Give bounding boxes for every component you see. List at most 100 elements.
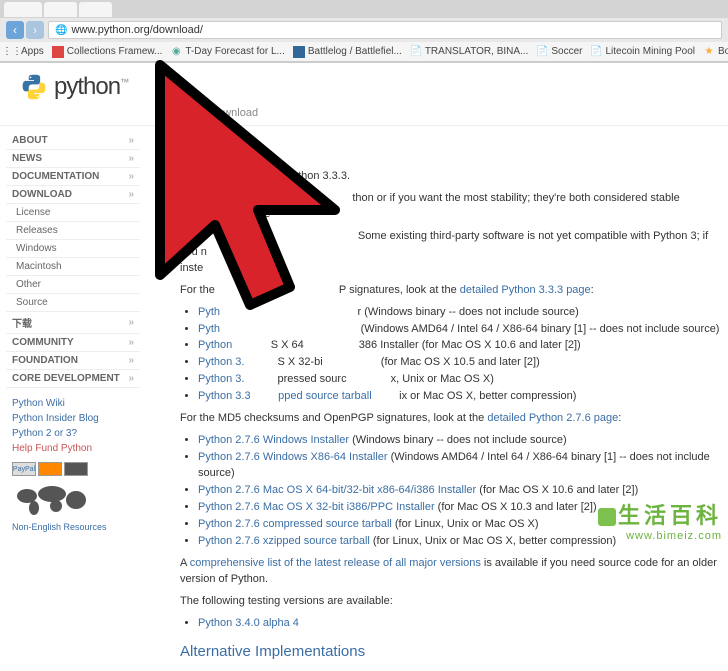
link-detailed-333[interactable]: detailed Python 3.3.3 page [460,284,591,296]
list-item: Python 2.7.6 Mac OS X 64-bit/32-bit x86-… [198,483,720,499]
paypal-icon[interactable]: PayPal [12,462,36,476]
list-item: Pythxxxxxxxxxxxxxxxxxxxxxxxxx (Windows A… [198,322,720,338]
bookmark-item[interactable]: 📄TRANSLATOR, BINA... [410,46,529,58]
card-icon[interactable] [38,462,62,476]
file-icon: 📄 [591,46,603,58]
apps-button[interactable]: ⋮⋮Apps [6,46,44,58]
watermark-icon [598,508,616,526]
download-link[interactable]: Python 2.7.6 Mac OS X 64-bit/32-bit x86-… [198,484,476,496]
list-item: Python 3.4.0 alpha 4 [198,616,720,632]
logo-text: python™ [54,73,128,101]
body-text: If yexxxxxxxxxxxxxxxxxxxxxxxxxxxx Some e… [180,229,720,277]
main-content: Python are Python 2.7.6 and Python 3.3.3… [140,126,728,671]
bookmark-item[interactable]: ◉T-Day Forecast for L... [170,46,284,58]
bookmark-item[interactable]: Battlelog / Battlefiel... [293,46,402,58]
sidebar-item-releases[interactable]: Releases [6,222,140,240]
sidebar-item-other[interactable]: Other [6,276,140,294]
card-icon[interactable] [64,462,88,476]
file-icon: 📄 [536,46,548,58]
sidebar-item-windows[interactable]: Windows [6,240,140,258]
apps-icon: ⋮⋮ [6,46,18,58]
file-icon: 📄 [410,46,422,58]
sidebar-item-community[interactable]: COMMUNITY» [6,334,140,352]
browser-tab[interactable] [4,2,42,17]
sidebar-item-download[interactable]: DOWNLOAD» [6,186,140,204]
body-text: For the MD5 checksums and OpenPGP signat… [180,411,720,427]
non-english-link[interactable]: Non-English Resources [12,520,134,534]
body-text: A comprehensive list of the latest relea… [180,556,720,588]
download-link[interactable]: Python 2.7.6 xzipped source tarball [198,535,370,547]
list-item: Python 2.7.6 Windows X86-64 Installer (W… [198,450,720,482]
intro-text: are Python 2.7.6 and Python 3.3.3. [180,169,720,185]
forward-button[interactable]: › [26,21,44,39]
sidebar-item-news[interactable]: NEWS» [6,150,140,168]
sidebar: ABOUT» NEWS» DOCUMENTATION» DOWNLOAD» Li… [0,126,140,671]
browser-tab[interactable] [44,2,77,17]
download-link[interactable]: Pyth [198,323,220,335]
body-text: For the xxxxxxxxxxxxxxxxxxxxxxP signatur… [180,283,720,299]
bookmark-item[interactable]: 📄Soccer [536,46,582,58]
browser-tab[interactable] [79,2,112,17]
download-link[interactable]: Python 2.7.6 compressed source tarball [198,518,392,530]
chevron-right-icon: » [128,153,134,164]
download-link[interactable]: Python [198,339,232,351]
sidebar-link-help-fund[interactable]: Help Fund Python [12,441,134,456]
star-icon: ★ [703,46,715,58]
sidebar-item-foundation[interactable]: FOUNDATION» [6,352,140,370]
download-link[interactable]: Python 3. [198,373,244,385]
bookmark-icon [52,46,64,58]
payment-icons: PayPal [12,460,134,478]
section-heading: Alternative Implementations [180,641,720,663]
sidebar-link-2or3[interactable]: Python 2 or 3? [12,426,134,441]
bookmark-item[interactable]: 📄Litecoin Mining Pool [591,46,696,58]
page-header: python™ » Download [0,63,728,126]
python-logo-icon [20,73,48,101]
download-link[interactable]: Python 2.7.6 Mac OS X 32-bit i386/PPC In… [198,501,435,513]
download-link[interactable]: Python 2.7.6 Windows X86-64 Installer [198,451,388,463]
chevron-right-icon: » [128,189,134,200]
sidebar-link-wiki[interactable]: Python Wiki [12,396,134,411]
watermark: 生活百科 www.bimeiz.com [598,498,722,542]
url-text: www.python.org/download/ [71,24,202,36]
download-link[interactable]: Python 3. [198,356,244,368]
link-detailed-276[interactable]: detailed Python 2.7.6 page [487,412,618,424]
sidebar-item-source[interactable]: Source [6,294,140,312]
sidebar-item-about[interactable]: ABOUT» [6,132,140,150]
logo[interactable]: python™ [20,73,728,101]
list-item: Python 2.7.6 Windows Installer (Windows … [198,433,720,449]
world-map-icon [12,484,92,516]
download-link[interactable]: Python 3.4.0 alpha 4 [198,617,299,629]
list-item: PythonxxxxxxxS X 64xxxxxxxxxx386 Install… [198,338,720,354]
address-bar-row: ‹ › 🌐 www.python.org/download/ [0,18,728,42]
sidebar-item-macintosh[interactable]: Macintosh [6,258,140,276]
download-list-333: Pythxxxxxxxxxxxxxxxxxxxxxxxxxr (Windows … [198,305,720,406]
chevron-right-icon: » [128,171,134,182]
sidebar-item-download-cn[interactable]: 下载» [6,312,140,334]
browser-chrome: ‹ › 🌐 www.python.org/download/ ⋮⋮Apps Co… [0,0,728,63]
download-link[interactable]: Python 3.3 [198,390,251,402]
chevron-right-icon: » [128,373,134,384]
bookmarks-bar: ⋮⋮Apps Collections Framew... ◉T-Day Fore… [0,42,728,62]
chevron-right-icon: » [128,317,134,328]
url-input[interactable]: 🌐 www.python.org/download/ [48,21,722,39]
chevron-right-icon: » [128,355,134,366]
bookmark-item[interactable]: ★Bookmark Manager [703,46,728,58]
list-item: Python 3.xxxxxxpressed sourcxxxxxxxxx, U… [198,372,720,388]
sidebar-link-insider[interactable]: Python Insider Blog [12,411,134,426]
page-title: Python [180,134,720,163]
chevron-right-icon: » [128,337,134,348]
list-item: Python 3.xxxxxxS X 32-bixxxxxxxxxx (for … [198,355,720,371]
sidebar-item-core-development[interactable]: CORE DEVELOPMENT» [6,370,140,388]
sidebar-item-license[interactable]: License [6,204,140,222]
sidebar-item-documentation[interactable]: DOCUMENTATION» [6,168,140,186]
breadcrumb: » Download [200,107,728,119]
download-link[interactable]: Pyth [198,306,220,318]
body-text: The following testing versions are avail… [180,594,720,610]
link-comprehensive[interactable]: comprehensive list of the latest release… [190,557,481,569]
back-button[interactable]: ‹ [6,21,24,39]
chevron-right-icon: » [128,135,134,146]
download-link[interactable]: Python 2.7.6 Windows Installer [198,434,349,446]
bookmark-item[interactable]: Collections Framew... [52,46,163,58]
list-item: Pythxxxxxxxxxxxxxxxxxxxxxxxxxr (Windows … [198,305,720,321]
testing-list: Python 3.4.0 alpha 4 [198,616,720,632]
